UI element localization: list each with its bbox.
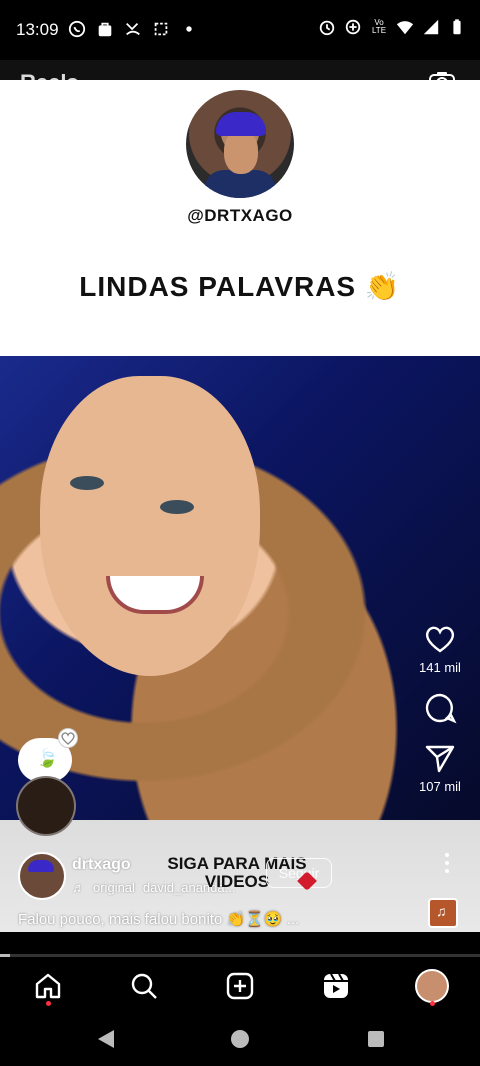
creator-username[interactable]: drtxago xyxy=(72,856,131,874)
profile-notification-dot xyxy=(429,1001,435,1006)
heart-icon xyxy=(426,626,454,653)
recents-icon[interactable] xyxy=(366,1028,386,1050)
home-icon xyxy=(35,973,61,999)
video-progress-bar[interactable] xyxy=(0,954,480,957)
screenshot-icon xyxy=(154,22,168,36)
reels-title[interactable]: Reels ⌄ xyxy=(20,70,97,96)
status-time: 13:09 xyxy=(16,20,59,39)
wifi-icon xyxy=(396,21,414,35)
creator-avatar-large xyxy=(186,90,294,198)
volte-icon: Vo LTE xyxy=(371,18,387,35)
side-actions: 141 mil 107 mil xyxy=(412,622,468,810)
home-notification-dot xyxy=(45,1001,51,1006)
system-nav-bar xyxy=(0,1014,480,1066)
dot-icon xyxy=(186,26,192,32)
create-icon xyxy=(226,972,254,1000)
post-caption[interactable]: Falou pouco, mais falou bonito 👏⏳🥹 ... xyxy=(18,910,299,928)
data-saver-icon xyxy=(345,19,361,35)
creator-handle: @DRTXAGO xyxy=(187,206,293,225)
send-icon xyxy=(425,745,455,773)
video-eye-right xyxy=(160,500,194,514)
music-note-icon: ♬ xyxy=(72,880,85,895)
signal-icon xyxy=(423,19,439,35)
share-button[interactable]: 107 mil xyxy=(412,741,468,794)
alarm-icon xyxy=(319,20,335,36)
creator-row xyxy=(18,852,66,900)
like-count: 141 mil xyxy=(419,660,461,675)
bottom-nav xyxy=(0,958,480,1014)
video-face xyxy=(40,376,260,676)
video-progress-fill xyxy=(0,954,10,957)
video-eye-left xyxy=(70,476,104,490)
battery-icon xyxy=(453,19,461,35)
whatsapp-icon xyxy=(68,20,86,38)
comment-button[interactable] xyxy=(412,691,468,725)
status-bar: 13:09 Vo LTE xyxy=(0,0,480,60)
comment-icon xyxy=(425,693,457,724)
small-heart-icon[interactable] xyxy=(58,728,78,748)
home-circle-icon[interactable] xyxy=(230,1028,250,1050)
profile-icon xyxy=(415,969,449,1003)
nav-create[interactable] xyxy=(216,962,264,1010)
back-icon[interactable] xyxy=(96,1028,116,1050)
nav-home[interactable] xyxy=(24,962,72,1010)
audio-label: original xyxy=(93,880,135,895)
reel-video[interactable] xyxy=(0,356,480,822)
share-count: 107 mil xyxy=(419,779,461,794)
audio-cover-thumb[interactable]: ♫ xyxy=(428,898,458,928)
more-options-icon[interactable] xyxy=(444,852,450,874)
nav-reels[interactable] xyxy=(312,962,360,1010)
creator-avatar[interactable] xyxy=(18,852,66,900)
missed-call-icon xyxy=(126,22,140,36)
camera-icon[interactable] xyxy=(428,70,456,94)
reply-thumbnail[interactable] xyxy=(16,776,76,836)
video-smile xyxy=(106,576,204,614)
like-button[interactable]: 141 mil xyxy=(412,622,468,675)
reels-icon xyxy=(324,973,348,998)
video-headline: LINDAS PALAVRAS 👏 xyxy=(79,271,401,302)
nav-profile[interactable] xyxy=(408,962,456,1010)
search-icon xyxy=(131,973,157,999)
shopping-icon xyxy=(98,22,112,37)
nav-search[interactable] xyxy=(120,962,168,1010)
